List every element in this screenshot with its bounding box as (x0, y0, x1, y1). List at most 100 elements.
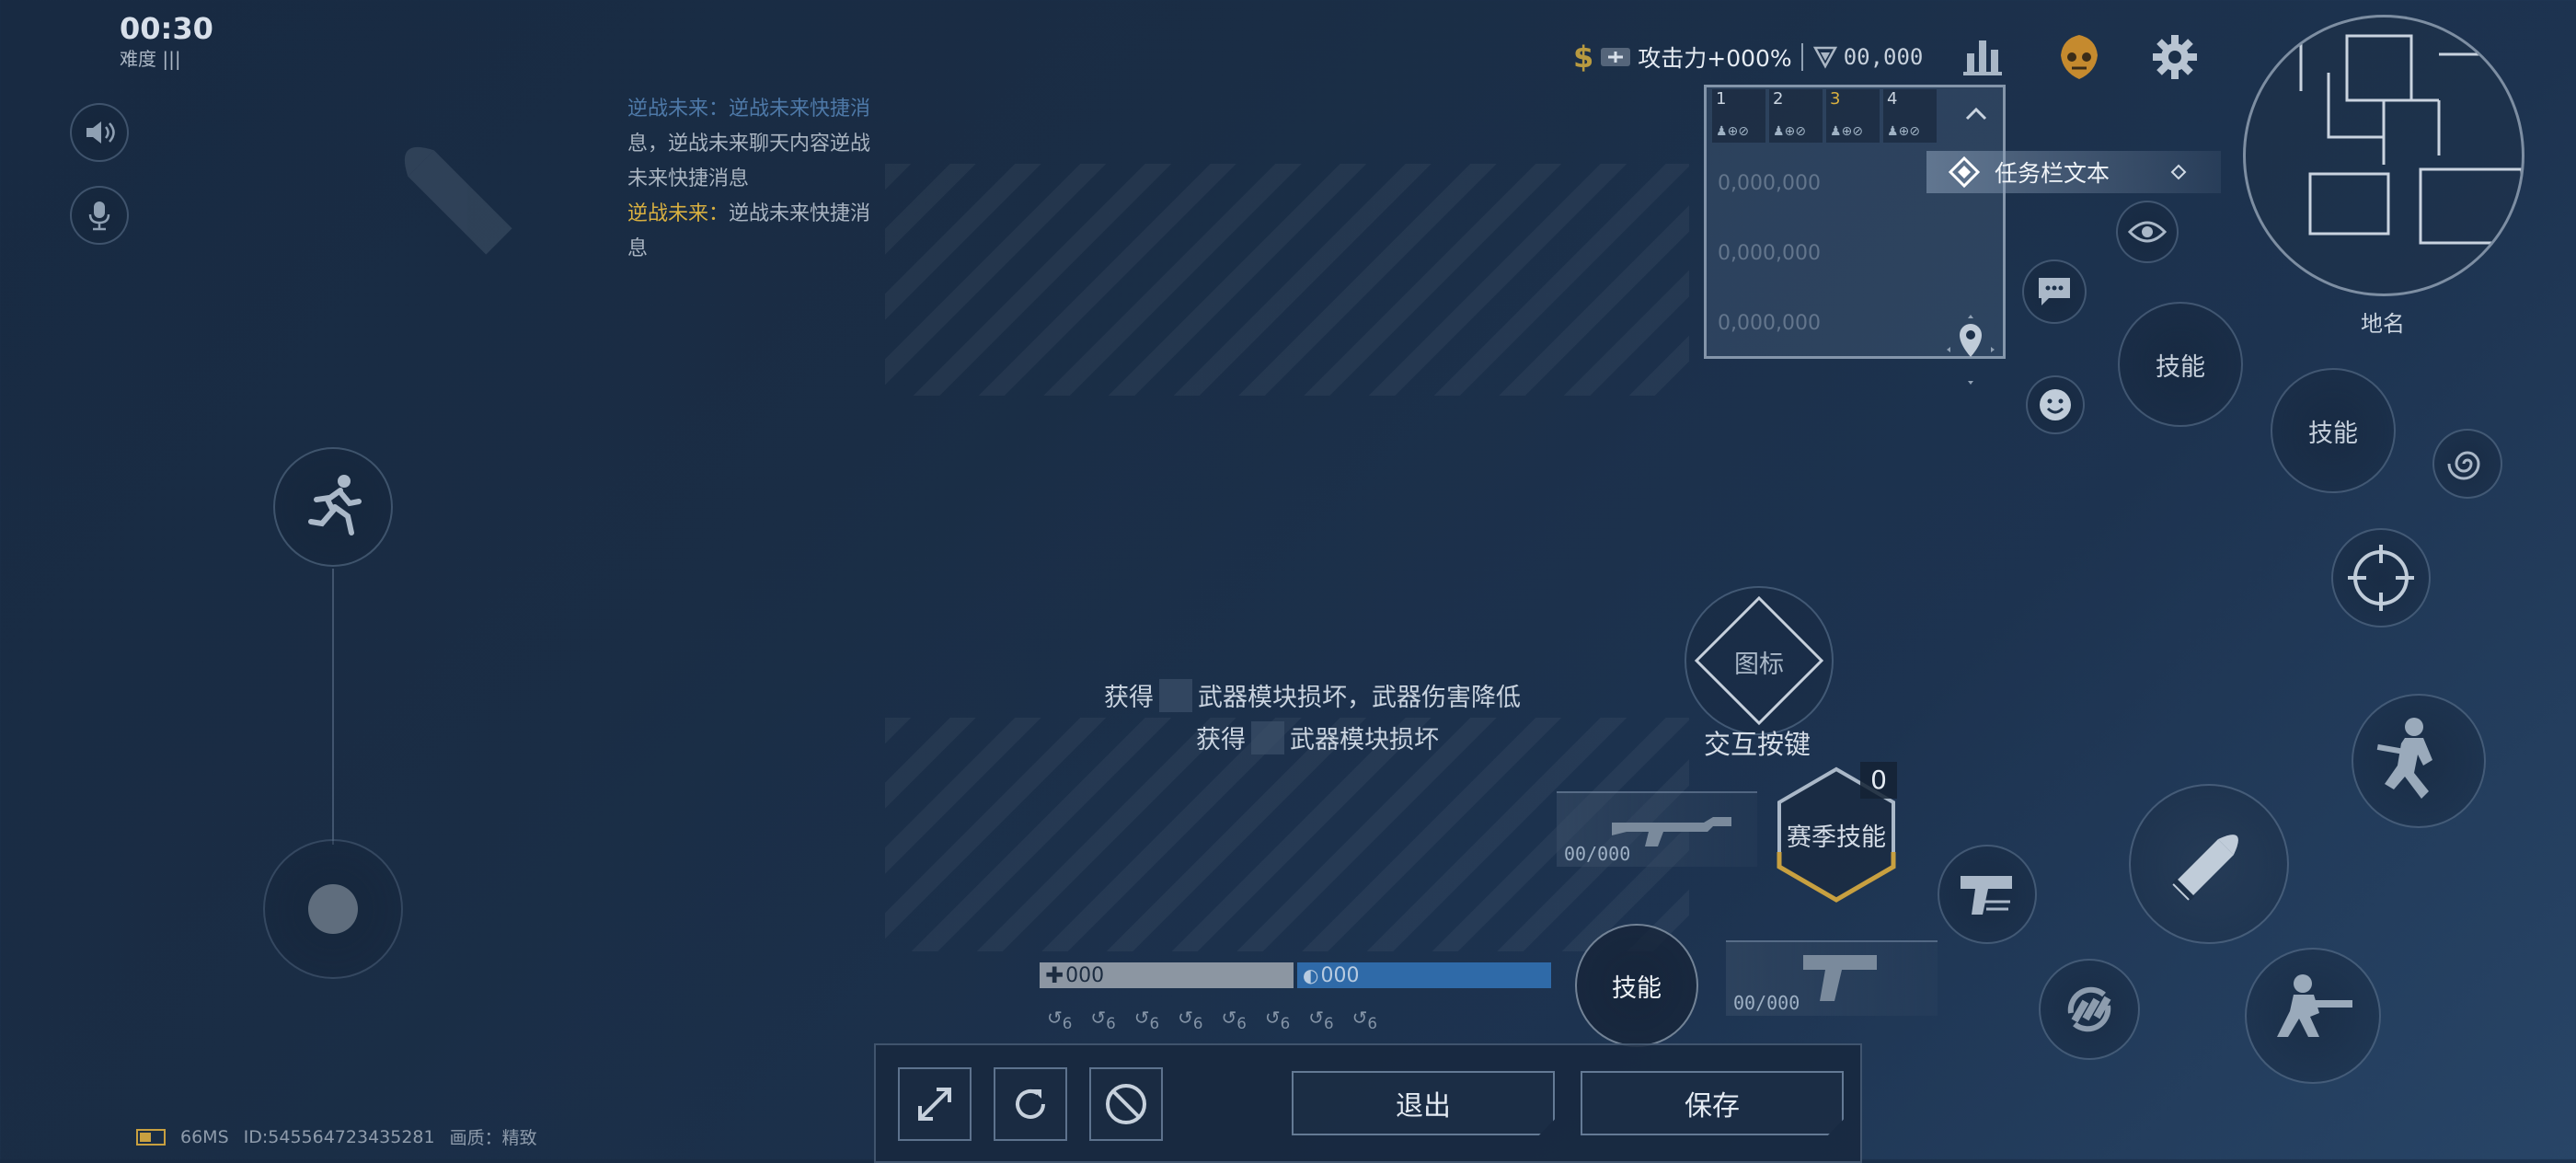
microphone-button[interactable] (70, 186, 129, 245)
armor-icon: ◐ (1303, 964, 1319, 986)
chevron-up-icon (1965, 107, 1987, 121)
speaker-button[interactable] (70, 103, 129, 162)
team-slot-number: 3 (1830, 89, 1841, 109)
chat-line: 逆战未来：逆战未来快捷消 (627, 197, 903, 232)
secondary-weapon-slot[interactable]: 00/000 (1726, 940, 1938, 1016)
pistol-quick-button[interactable] (1938, 845, 2037, 944)
hp-plus-icon: ✚ (1045, 962, 1064, 988)
item-icon-placeholder (1159, 678, 1192, 712)
bar-chart-icon (1963, 40, 2002, 75)
buff-icon: ↺6 (1351, 1007, 1377, 1032)
settings-button[interactable] (2151, 33, 2199, 81)
buff-icon: ↺6 (1221, 1007, 1247, 1032)
pistol-icon (1961, 876, 2012, 915)
fire-button[interactable] (2129, 784, 2289, 944)
item-icon-placeholder (1251, 720, 1284, 754)
location-pin-icon (1947, 315, 1995, 385)
reload-skill-button[interactable] (2432, 429, 2502, 499)
primary-weapon-slot[interactable]: 00/000 (1557, 791, 1757, 867)
skill-label: 技能 (2308, 419, 2358, 448)
crouching-soldier-icon (2277, 974, 2352, 1037)
message-text: 武器模块损坏 (1290, 726, 1439, 754)
chat-sender: 逆战未来： (627, 202, 730, 225)
chat-bubble-icon (2039, 278, 2070, 305)
chat-button[interactable] (2022, 259, 2087, 324)
crouch-button[interactable] (2245, 948, 2381, 1084)
skill-label: 技能 (1612, 973, 1662, 1003)
bottom-info-bar: 66MS ID:545564723435281 画质：精致 (136, 1124, 537, 1149)
player-id-text: ID:545564723435281 (243, 1126, 435, 1147)
running-man-icon (308, 475, 362, 535)
chat-message: 逆战未来快捷消 (729, 202, 871, 225)
emote-button[interactable] (2026, 375, 2085, 434)
buff-icon: ↺6 (1047, 1007, 1073, 1032)
buff-icon: ↺6 (1178, 1007, 1203, 1032)
sprint-button[interactable] (273, 447, 393, 567)
smiley-icon (2040, 389, 2071, 420)
interact-icon-label: 图标 (1734, 651, 1784, 679)
joystick-base[interactable] (263, 839, 403, 979)
team-slot: 2 ♟⊕⊘ (1769, 89, 1823, 143)
primary-ammo: 00/000 (1564, 843, 1631, 865)
message-prefix: 获得 (1196, 726, 1246, 754)
team-slot: 1 ♟⊕⊘ (1712, 89, 1765, 143)
chat-panel: 逆战未来：逆战未来快捷消 息，逆战未来聊天内容逆战 未来快捷消息 逆战未来：逆战… (627, 92, 903, 267)
switch-weapon-button[interactable] (2039, 959, 2140, 1060)
skill-button-3[interactable]: 技能 (1575, 924, 1698, 1047)
collapse-button[interactable] (1962, 100, 1990, 128)
jumping-soldier-icon (2376, 718, 2432, 799)
gear-icon (2153, 35, 2197, 79)
disable-button[interactable] (1089, 1067, 1163, 1141)
timer-text: 00:30 (120, 11, 213, 46)
spectate-button[interactable] (2116, 201, 2179, 263)
joystick-track (332, 569, 334, 845)
skill-button-1[interactable]: 技能 (2118, 302, 2243, 427)
buff-row: ↺6 ↺6 ↺6 ↺6 ↺6 ↺6 ↺6 ↺6 (1047, 1007, 1377, 1032)
speaker-icon (86, 121, 115, 144)
team-slot-number: 4 (1887, 89, 1898, 109)
save-button[interactable]: 保存 (1581, 1071, 1844, 1135)
small-diamond-icon (2170, 164, 2187, 180)
bullet-decoration-icon (404, 146, 512, 255)
season-skill-count: 0 (1860, 762, 1897, 799)
refresh-icon (1016, 1089, 1045, 1119)
reset-button[interactable] (994, 1067, 1067, 1141)
joystick-knob[interactable] (308, 884, 358, 934)
chat-line: 息，逆战未来聊天内容逆战 (627, 132, 871, 155)
chat-line: 息 (627, 237, 649, 260)
stats-button[interactable] (1960, 33, 2006, 79)
quality-text: 画质：精致 (449, 1128, 537, 1148)
currency-icon: $ (1573, 40, 1594, 75)
skill-button-2[interactable]: 技能 (2271, 368, 2396, 493)
pistol-icon (1803, 955, 1877, 1001)
attack-text: 攻击力+000% (1638, 45, 1792, 72)
jump-button[interactable] (2352, 694, 2486, 828)
bullet-icon (2172, 835, 2238, 901)
spiral-icon (2447, 451, 2480, 480)
aim-button[interactable] (2331, 528, 2431, 628)
center-message-2: 获得 武器模块损坏 (1196, 720, 1439, 755)
battery-icon (136, 1128, 166, 1146)
season-skill-label: 赛季技能 (1787, 823, 1886, 852)
resize-button[interactable] (898, 1067, 972, 1141)
boss-button[interactable] (2053, 31, 2105, 83)
top-stat-bar: $ 攻击力+000% 00,000 (1573, 39, 1923, 75)
minimap[interactable] (2243, 15, 2524, 296)
exit-button[interactable]: 退出 (1292, 1071, 1555, 1135)
chat-line: 未来快捷消息 (627, 167, 750, 190)
task-label: 任务栏文本 (1995, 160, 2110, 187)
secondary-ammo: 00/000 (1733, 992, 1800, 1014)
team-row: 0,000,000 (1718, 242, 1821, 265)
alien-icon (2061, 35, 2098, 79)
prohibited-icon (1106, 1084, 1146, 1124)
message-text: 武器模块损坏，武器伤害降低 (1198, 684, 1521, 712)
team-row: 0,000,000 (1718, 172, 1821, 195)
marker-button[interactable] (1943, 313, 1998, 390)
resource-text: 00,000 (1843, 44, 1924, 70)
expand-arrows-icon (918, 1088, 951, 1121)
center-message-1: 获得 武器模块损坏，武器伤害降低 (1104, 677, 1521, 713)
eye-icon (2128, 221, 2167, 243)
task-bar[interactable]: 任务栏文本 (1926, 151, 2221, 193)
interact-button[interactable]: 图标 (1684, 585, 1834, 736)
resource-icon (1812, 46, 1837, 69)
